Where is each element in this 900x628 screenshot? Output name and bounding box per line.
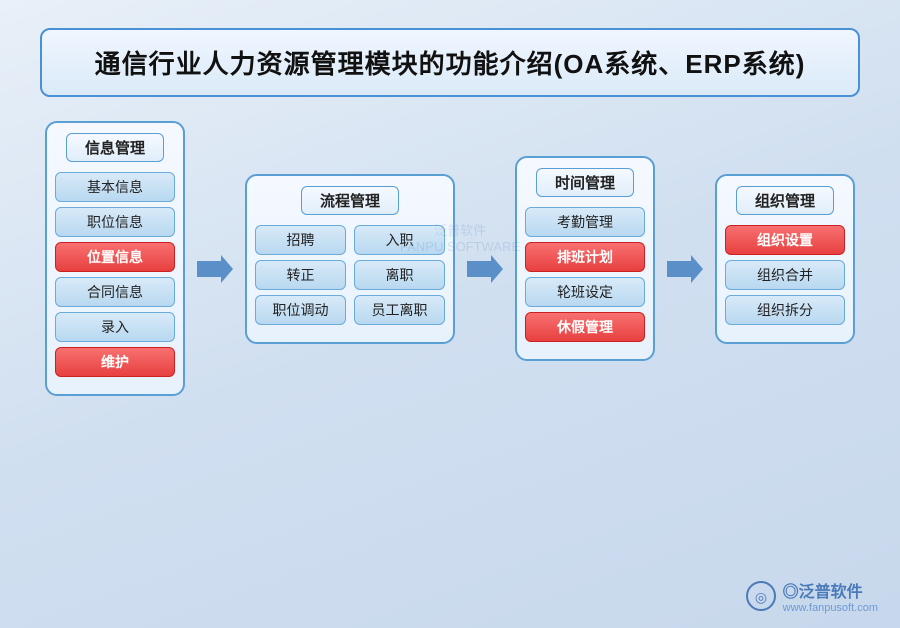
- process-col1: 招聘 转正 职位调动: [255, 225, 346, 330]
- item-shift-plan: 排班计划: [525, 242, 645, 272]
- item-contract-info: 合同信息: [55, 277, 175, 307]
- main-flow: 信息管理 基本信息 职位信息 位置信息 合同信息 录入 维护 流程管理 招聘 转…: [0, 121, 900, 396]
- logo-text: ◎泛普软件 www.fanpusoft.com: [783, 578, 878, 614]
- item-onboard: 入职: [354, 225, 445, 255]
- item-resign: 离职: [354, 260, 445, 290]
- item-vacation: 休假管理: [525, 312, 645, 342]
- svg-text:◎: ◎: [755, 591, 767, 606]
- item-location-info: 位置信息: [55, 242, 175, 272]
- logo-name: ◎泛普软件: [783, 578, 878, 602]
- item-entry: 录入: [55, 312, 175, 342]
- item-maintenance: 维护: [55, 347, 175, 377]
- item-transfer: 职位调动: [255, 295, 346, 325]
- item-position-info: 职位信息: [55, 207, 175, 237]
- item-recruit: 招聘: [255, 225, 346, 255]
- process-two-col: 招聘 转正 职位调动 入职 离职 员工离职: [255, 225, 445, 330]
- module-time: 时间管理 考勤管理 排班计划 轮班设定 休假管理: [515, 156, 655, 361]
- logo-icon: ◎: [745, 580, 777, 612]
- arrow-2: [465, 251, 505, 287]
- item-basic-info: 基本信息: [55, 172, 175, 202]
- item-org-merge: 组织合并: [725, 260, 845, 290]
- module-process-header: 流程管理: [301, 186, 399, 215]
- logo-area: ◎ ◎泛普软件 www.fanpusoft.com: [745, 578, 878, 614]
- item-confirm: 转正: [255, 260, 346, 290]
- module-time-header: 时间管理: [536, 168, 634, 197]
- module-org-header: 组织管理: [736, 186, 834, 215]
- item-rotation: 轮班设定: [525, 277, 645, 307]
- module-org: 组织管理 组织设置 组织合并 组织拆分: [715, 174, 855, 344]
- item-attendance: 考勤管理: [525, 207, 645, 237]
- module-info-header: 信息管理: [66, 133, 164, 162]
- page-title: 通信行业人力资源管理模块的功能介绍(OA系统、ERP系统): [95, 49, 806, 79]
- module-info: 信息管理 基本信息 职位信息 位置信息 合同信息 录入 维护: [45, 121, 185, 396]
- process-col2: 入职 离职 员工离职: [354, 225, 445, 330]
- item-employee-leave: 员工离职: [354, 295, 445, 325]
- arrow-3: [665, 251, 705, 287]
- item-org-split: 组织拆分: [725, 295, 845, 325]
- arrow-1: [195, 251, 235, 287]
- title-box: 通信行业人力资源管理模块的功能介绍(OA系统、ERP系统): [40, 28, 860, 97]
- module-process: 流程管理 招聘 转正 职位调动 入职 离职 员工离职: [245, 174, 455, 344]
- item-org-setup: 组织设置: [725, 225, 845, 255]
- logo-url: www.fanpusoft.com: [783, 602, 878, 614]
